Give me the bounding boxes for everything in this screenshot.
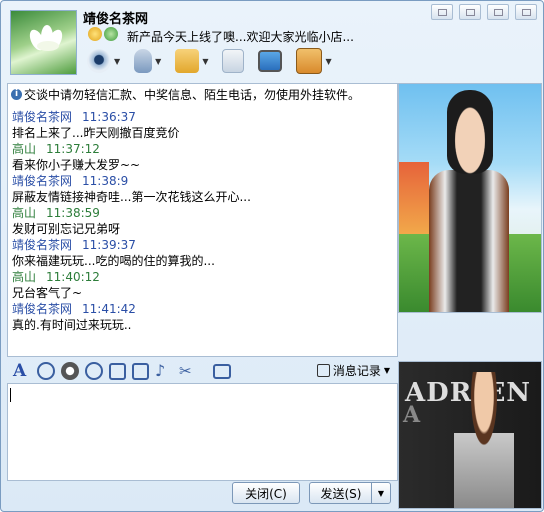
action-buttons: 关闭(C) 发送(S) ▼	[7, 482, 396, 506]
message-text: 排名上来了...昨天刚撤百度竞价	[12, 126, 180, 140]
window-controls	[431, 4, 537, 20]
message-sender[interactable]: 靖俊名茶网	[12, 238, 72, 252]
message-history[interactable]: i 交谈中请勿轻信汇款、中奖信息、陌生电话，勿使用外挂软件。 靖俊名茶网 11:3…	[7, 83, 398, 357]
contact-signature: 新产品今天上线了噢...欢迎大家光临小店...	[127, 30, 354, 44]
message-time: 11:38:59	[46, 206, 100, 220]
toolbox-icon[interactable]	[213, 363, 231, 379]
show-panel: ADRIEN A	[398, 83, 542, 511]
chat-header: 靖俊名茶网 新产品今天上线了噢...欢迎大家光临小店... ▼ ▼ ▼ ▼	[1, 1, 543, 81]
message-header: 靖俊名茶网 11:39:37	[12, 237, 397, 253]
character-head-image	[447, 90, 493, 174]
contact-avatar[interactable]	[10, 10, 77, 75]
chevron-down-icon[interactable]: ▼	[325, 57, 331, 66]
building-image	[399, 162, 429, 242]
create-group-button[interactable]	[222, 48, 245, 74]
message-item: 靖俊名茶网 11:41:42 真的.有时间过来玩玩..	[12, 301, 397, 333]
message-item: 靖俊名茶网 11:39:37 你来福建玩玩...吃的喝的住的算我的...	[12, 237, 397, 269]
create-group-icon	[222, 49, 245, 73]
message-item: 高山 11:37:12 看来你小子赚大发罗~~	[12, 141, 397, 173]
message-item: 靖俊名茶网 11:38:9 屏蔽友情链接神奇哇...第一次花钱这么开心...	[12, 173, 397, 205]
my-show-avatar[interactable]: ADRIEN A	[398, 361, 542, 509]
message-list: 靖俊名茶网 11:36:37 排名上来了...昨天刚撤百度竞价 高山 11:37:12 看…	[8, 109, 397, 333]
voice-call-button[interactable]: ▼	[134, 48, 161, 74]
message-time: 11:36:37	[82, 110, 136, 124]
format-toolbar: A ♪ ✂ 消息记录 ▼	[7, 359, 396, 383]
remote-desktop-button[interactable]	[258, 48, 283, 74]
close-button[interactable]: 关闭(C)	[232, 482, 300, 504]
message-text: 发财可别忘记兄弟呀	[12, 222, 121, 236]
message-time: 11:37:12	[46, 142, 100, 156]
message-input[interactable]	[7, 383, 398, 481]
security-notice: i 交谈中请勿轻信汇款、中奖信息、陌生电话，勿使用外挂软件。	[11, 86, 397, 103]
message-sender[interactable]: 靖俊名茶网	[12, 110, 72, 124]
send-file-icon	[175, 49, 200, 73]
show-banner-echo: A	[403, 402, 421, 428]
emoji-icon[interactable]	[37, 362, 55, 380]
chat-window: 靖俊名茶网 新产品今天上线了噢...欢迎大家光临小店... ▼ ▼ ▼ ▼ i …	[0, 0, 544, 512]
message-text: 真的.有时间过来玩玩..	[12, 318, 132, 332]
message-header: 靖俊名茶网 11:41:42	[12, 301, 397, 317]
chevron-down-icon[interactable]: ▼	[202, 57, 208, 66]
text-cursor	[10, 388, 11, 402]
chevron-down-icon: ▼	[383, 366, 390, 375]
chevron-down-icon[interactable]: ▼	[114, 57, 120, 66]
font-icon[interactable]: A	[13, 362, 31, 380]
message-header: 高山 11:38:59	[12, 205, 397, 221]
app-box-button[interactable]: ▼	[296, 48, 332, 74]
feature-toolbar: ▼ ▼ ▼ ▼	[87, 48, 332, 74]
message-sender[interactable]: 高山	[12, 206, 36, 220]
message-item: 靖俊名茶网 11:36:37 排名上来了...昨天刚撤百度竞价	[12, 109, 397, 141]
minimize-button[interactable]	[459, 4, 481, 20]
microphone-icon	[134, 49, 153, 73]
scissors-icon[interactable]: ✂	[179, 362, 197, 380]
history-label: 消息记录	[332, 364, 381, 378]
send-file-button[interactable]: ▼	[175, 48, 208, 74]
remote-desktop-icon	[258, 50, 283, 72]
message-header: 高山 11:37:12	[12, 141, 397, 157]
message-sender[interactable]: 靖俊名茶网	[12, 302, 72, 316]
screenshot-image-icon[interactable]	[132, 362, 149, 380]
message-time: 11:38:9	[82, 174, 129, 188]
message-text: 屏蔽友情链接神奇哇...第一次花钱这么开心...	[12, 190, 251, 204]
send-button[interactable]: 发送(S)	[309, 482, 373, 504]
message-item: 高山 11:40:12 兄台客气了~	[12, 269, 397, 301]
status-icons	[88, 27, 118, 41]
message-history-button[interactable]: 消息记录 ▼	[316, 362, 390, 379]
app-box-icon	[296, 48, 323, 74]
message-time: 11:39:37	[82, 238, 136, 252]
skin-button[interactable]	[431, 4, 453, 20]
character-jacket-image	[429, 170, 509, 312]
vibrate-icon[interactable]	[85, 362, 103, 380]
maximize-button[interactable]	[487, 4, 509, 20]
message-item: 高山 11:38:59 发财可别忘记兄弟呀	[12, 205, 397, 237]
message-sender[interactable]: 高山	[12, 142, 36, 156]
chevron-down-icon[interactable]: ▼	[155, 57, 161, 66]
qq-status-icon[interactable]	[104, 27, 118, 41]
chevron-down-icon: ▼	[377, 488, 385, 498]
security-notice-text: 交谈中请勿轻信汇款、中奖信息、陌生电话，勿使用外挂软件。	[24, 88, 361, 102]
info-icon: i	[11, 89, 22, 100]
close-window-button[interactable]	[515, 4, 537, 20]
message-header: 高山 11:40:12	[12, 269, 397, 285]
star-icon[interactable]	[88, 27, 102, 41]
handwriting-icon[interactable]	[109, 362, 126, 380]
webcam-icon	[87, 49, 111, 73]
message-text: 你来福建玩玩...吃的喝的住的算我的...	[12, 254, 215, 268]
message-sender[interactable]: 高山	[12, 270, 36, 284]
message-text: 兄台客气了~	[12, 286, 83, 300]
message-sender[interactable]: 靖俊名茶网	[12, 174, 72, 188]
message-time: 11:40:12	[46, 270, 100, 284]
contact-show-avatar[interactable]	[398, 83, 542, 313]
clock-icon	[316, 364, 330, 377]
character-image	[454, 372, 514, 508]
message-header: 靖俊名茶网 11:38:9	[12, 173, 397, 189]
message-time: 11:41:42	[82, 302, 136, 316]
message-header: 靖俊名茶网 11:36:37	[12, 109, 397, 125]
contact-name[interactable]: 靖俊名茶网	[83, 8, 148, 27]
video-call-button[interactable]: ▼	[87, 48, 120, 74]
message-text: 看来你小子赚大发罗~~	[12, 158, 141, 172]
magic-face-icon[interactable]	[61, 362, 79, 380]
music-icon[interactable]: ♪	[155, 362, 173, 380]
send-options-button[interactable]: ▼	[371, 482, 391, 504]
